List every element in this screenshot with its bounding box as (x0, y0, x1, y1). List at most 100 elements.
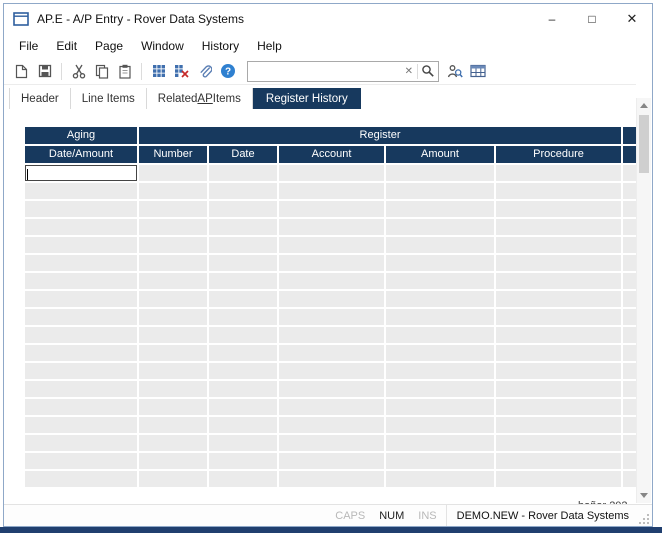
grid-cell[interactable] (139, 237, 207, 253)
grid-cell[interactable] (279, 417, 384, 433)
clear-search-icon[interactable]: ✕ (401, 66, 417, 77)
grid-cell[interactable] (386, 219, 494, 235)
grid-cell[interactable] (386, 345, 494, 361)
scroll-up-icon[interactable] (637, 98, 651, 113)
grid-cell[interactable] (496, 417, 621, 433)
grid-cell[interactable] (25, 273, 137, 289)
grid-cell[interactable] (209, 363, 277, 379)
grid-cell[interactable] (279, 327, 384, 343)
tab-line-items[interactable]: Line Items (71, 88, 147, 109)
copy-icon[interactable] (91, 61, 112, 82)
vertical-scrollbar[interactable] (636, 98, 651, 503)
grid-cell[interactable] (209, 219, 277, 235)
grid-delete-icon[interactable] (171, 61, 192, 82)
table-view-icon[interactable] (467, 61, 488, 82)
grid-cell[interactable] (209, 165, 277, 181)
menu-file[interactable]: File (10, 36, 47, 56)
tab-header[interactable]: Header (9, 88, 71, 109)
grid-cell[interactable] (139, 471, 207, 487)
new-document-icon[interactable] (11, 61, 32, 82)
grid-cell[interactable] (279, 363, 384, 379)
menu-history[interactable]: History (193, 36, 248, 56)
grid-cell[interactable] (496, 255, 621, 271)
grid-detail-icon[interactable] (148, 61, 169, 82)
grid-cell[interactable] (496, 165, 621, 181)
grid-cell[interactable] (386, 183, 494, 199)
grid-cell[interactable] (386, 381, 494, 397)
grid-cell[interactable] (209, 273, 277, 289)
grid-cell[interactable] (139, 381, 207, 397)
grid-cell[interactable] (496, 273, 621, 289)
grid-cell[interactable] (139, 291, 207, 307)
grid-cell[interactable] (139, 327, 207, 343)
search-input[interactable] (248, 63, 401, 80)
grid-cell[interactable] (386, 273, 494, 289)
grid-cell[interactable] (279, 201, 384, 217)
grid-cell[interactable] (139, 435, 207, 451)
grid-cell[interactable] (386, 471, 494, 487)
grid-cell[interactable] (279, 435, 384, 451)
grid-cell[interactable] (209, 327, 277, 343)
grid-cell[interactable] (25, 255, 137, 271)
grid-cell[interactable] (139, 201, 207, 217)
grid-cell[interactable] (139, 417, 207, 433)
grid-cell[interactable] (386, 399, 494, 415)
grid-cell[interactable] (139, 165, 207, 181)
grid-cell[interactable] (279, 165, 384, 181)
search-icon[interactable] (418, 64, 438, 78)
grid-cell[interactable] (139, 219, 207, 235)
person-search-icon[interactable] (444, 61, 465, 82)
grid-cell[interactable] (139, 309, 207, 325)
close-button[interactable]: ✕ (612, 4, 652, 34)
grid-cell[interactable] (496, 237, 621, 253)
grid-cell[interactable] (139, 453, 207, 469)
scrollbar-thumb[interactable] (639, 115, 649, 173)
menu-help[interactable]: Help (248, 36, 291, 56)
grid-cell[interactable] (25, 363, 137, 379)
grid-cell[interactable] (25, 471, 137, 487)
menu-edit[interactable]: Edit (47, 36, 86, 56)
grid-cell[interactable] (496, 183, 621, 199)
grid-cell[interactable] (139, 345, 207, 361)
grid-cell[interactable] (279, 399, 384, 415)
help-icon[interactable]: ? (217, 61, 238, 82)
grid-cell[interactable] (279, 273, 384, 289)
grid-cell[interactable] (496, 399, 621, 415)
grid-cell[interactable] (209, 435, 277, 451)
grid-cell[interactable] (209, 417, 277, 433)
tab-register-history[interactable]: Register History (253, 88, 361, 109)
grid-cell[interactable] (139, 399, 207, 415)
grid-cell[interactable] (279, 345, 384, 361)
grid-cell[interactable] (496, 363, 621, 379)
grid-cell[interactable] (386, 327, 494, 343)
grid-cell[interactable] (279, 309, 384, 325)
grid-cell[interactable] (209, 471, 277, 487)
grid-cell[interactable] (209, 453, 277, 469)
grid-cell[interactable] (496, 345, 621, 361)
grid-cell[interactable] (386, 201, 494, 217)
grid-cell[interactable] (209, 201, 277, 217)
resize-grip[interactable] (637, 512, 650, 525)
scroll-down-icon[interactable] (637, 488, 651, 503)
grid-cell[interactable] (209, 183, 277, 199)
grid-cell-active[interactable] (25, 165, 137, 181)
minimize-button[interactable]: – (532, 4, 572, 34)
grid-cell[interactable] (139, 255, 207, 271)
grid-cell[interactable] (386, 309, 494, 325)
grid-cell[interactable] (386, 165, 494, 181)
grid-cell[interactable] (386, 363, 494, 379)
grid-cell[interactable] (25, 435, 137, 451)
grid-cell[interactable] (279, 183, 384, 199)
grid-cell[interactable] (25, 291, 137, 307)
grid-cell[interactable] (386, 453, 494, 469)
grid-cell[interactable] (496, 327, 621, 343)
grid-cell[interactable] (279, 471, 384, 487)
menu-page[interactable]: Page (86, 36, 132, 56)
attachment-icon[interactable] (194, 61, 215, 82)
grid-cell[interactable] (279, 219, 384, 235)
grid-cell[interactable] (279, 255, 384, 271)
grid-cell[interactable] (209, 381, 277, 397)
grid-cell[interactable] (209, 309, 277, 325)
grid-cell[interactable] (209, 237, 277, 253)
grid-cell[interactable] (209, 291, 277, 307)
